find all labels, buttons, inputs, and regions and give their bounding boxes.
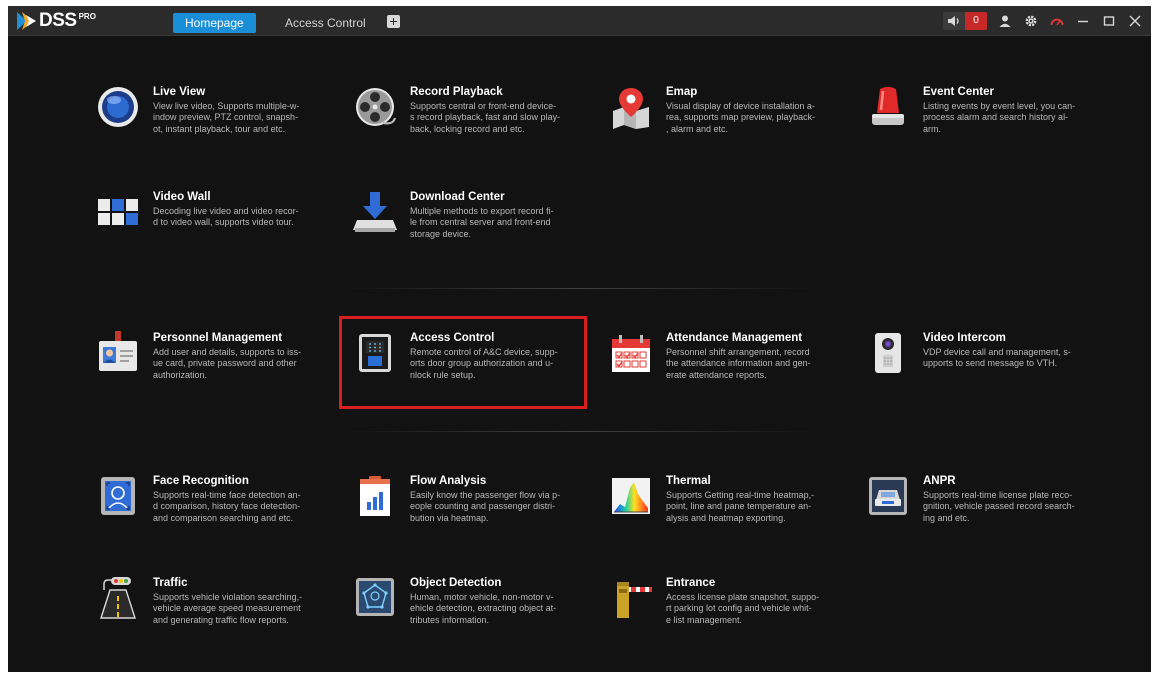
module-title: Download Center	[410, 191, 505, 203]
calendar-icon	[612, 335, 650, 372]
map-pin-icon	[613, 88, 649, 129]
module-description: VDP device call and management, s- uppor…	[923, 347, 1071, 369]
add-tab-plus-icon[interactable]	[387, 15, 400, 28]
logo-text: DSS	[39, 10, 77, 31]
module-description: Personnel shift arrangement, record the …	[666, 347, 811, 380]
module-title: Video Wall	[153, 191, 211, 203]
flow-analysis-chart-icon	[360, 476, 390, 516]
module-description: Easily know the passenger flow via p- eo…	[410, 490, 561, 523]
title-bar: DSS PRO Homepage Access Control 0	[8, 6, 1151, 36]
tab-access-control[interactable]: Access Control	[273, 13, 378, 33]
module-title: Record Playback	[410, 86, 503, 98]
alarm-count-badge[interactable]: 0	[965, 12, 987, 30]
gauge-icon[interactable]	[1049, 13, 1065, 29]
module-description: Supports central or front-end device- s …	[410, 101, 561, 134]
module-description: Supports real-time face detection an- d …	[153, 490, 301, 523]
module-emap[interactable]: Emap Visual display of device installati…	[609, 85, 849, 165]
minimize-icon[interactable]	[1075, 13, 1091, 29]
module-title: Access Control	[410, 332, 495, 344]
module-description: Supports Getting real-time heatmap,- poi…	[666, 490, 815, 523]
module-title: Live View	[153, 86, 206, 98]
module-description: Multiple methods to export record fi- le…	[410, 206, 554, 239]
module-attendance-management[interactable]: Attendance Management Personnel shift ar…	[609, 331, 849, 411]
module-video-wall[interactable]: Video Wall Decoding live video and video…	[96, 190, 336, 270]
film-reel-icon	[356, 88, 396, 126]
module-thermal[interactable]: Thermal Supports Getting real-time heatm…	[609, 474, 849, 554]
group-separator	[338, 431, 818, 432]
close-icon[interactable]	[1127, 13, 1143, 29]
module-title: Event Center	[923, 86, 994, 98]
maximize-icon[interactable]	[1101, 13, 1117, 29]
module-title: Attendance Management	[666, 332, 803, 344]
module-live-view[interactable]: Live View View live video, Supports mult…	[96, 85, 336, 165]
module-description: Supports real-time license plate reco- g…	[923, 490, 1075, 523]
module-title: Personnel Management	[153, 332, 283, 344]
user-icon[interactable]	[997, 13, 1013, 29]
object-detection-icon	[356, 578, 394, 616]
module-description: Decoding live video and video recor- d t…	[153, 206, 299, 228]
module-description: View live video, Supports multiple-w- in…	[153, 101, 300, 134]
traffic-light-road-icon	[100, 577, 136, 619]
module-title: Traffic	[153, 577, 188, 589]
module-title: Face Recognition	[153, 475, 249, 487]
dss-logo-mark	[17, 12, 36, 30]
access-control-terminal-icon	[359, 334, 391, 372]
module-video-intercom[interactable]: Video Intercom VDP device call and manag…	[866, 331, 1106, 411]
module-traffic[interactable]: Traffic Supports vehicle violation searc…	[96, 576, 336, 656]
anpr-car-icon	[869, 477, 907, 515]
module-title: ANPR	[923, 475, 956, 487]
module-entrance[interactable]: Entrance Access license plate snapshot, …	[609, 576, 849, 656]
module-title: Thermal	[666, 475, 711, 487]
live-view-icon	[98, 87, 138, 127]
thermal-heatmap-icon	[612, 478, 650, 514]
gear-icon[interactable]	[1023, 13, 1039, 29]
module-face-recognition[interactable]: Face Recognition Supports real-time face…	[96, 474, 336, 554]
barrier-gate-icon	[617, 582, 652, 618]
module-download-center[interactable]: Download Center Multiple methods to expo…	[353, 190, 593, 270]
module-description: Listing events by event level, you can- …	[923, 101, 1076, 134]
system-tray: 0	[943, 12, 1143, 30]
dss-pro-window: DSS PRO Homepage Access Control 0 Live V…	[8, 6, 1151, 672]
module-title: Flow Analysis	[410, 475, 487, 487]
alarm-indicator[interactable]: 0	[943, 12, 987, 30]
module-description: Visual display of device installation a-…	[666, 101, 816, 134]
intercom-icon	[875, 333, 901, 373]
module-title: Emap	[666, 86, 698, 98]
module-access-control[interactable]: Access Control Remote control of A&C dev…	[353, 331, 593, 411]
tab-homepage[interactable]: Homepage	[173, 13, 256, 33]
id-card-icon	[99, 331, 137, 371]
module-object-detection[interactable]: Object Detection Human, motor vehicle, n…	[353, 576, 593, 656]
video-wall-icon	[98, 199, 138, 225]
app-logo: DSS PRO	[16, 11, 96, 31]
module-title: Object Detection	[410, 577, 502, 589]
module-description: Supports vehicle violation searching,- v…	[153, 592, 303, 625]
module-description: Access license plate snapshot, suppo- rt…	[666, 592, 820, 625]
module-event-center[interactable]: Event Center Listing events by event lev…	[866, 85, 1106, 165]
group-separator	[338, 288, 818, 289]
alarm-light-icon	[872, 87, 904, 125]
module-anpr[interactable]: ANPR Supports real-time license plate re…	[866, 474, 1106, 554]
module-description: Remote control of A&C device, supp- orts…	[410, 347, 558, 380]
module-title: Video Intercom	[923, 332, 1006, 344]
module-flow-analysis[interactable]: Flow Analysis Easily know the passenger …	[353, 474, 593, 554]
module-record-playback[interactable]: Record Playback Supports central or fron…	[353, 85, 593, 165]
module-description: Human, motor vehicle, non-motor v- ehicl…	[410, 592, 557, 625]
speaker-icon[interactable]	[943, 12, 965, 30]
face-recognition-icon	[101, 477, 135, 515]
module-title: Entrance	[666, 577, 716, 589]
logo-superscript: PRO	[78, 12, 96, 21]
module-description: Add user and details, supports to iss- u…	[153, 347, 302, 380]
module-personnel-management[interactable]: Personnel Management Add user and detail…	[96, 331, 336, 411]
download-icon	[353, 192, 397, 232]
